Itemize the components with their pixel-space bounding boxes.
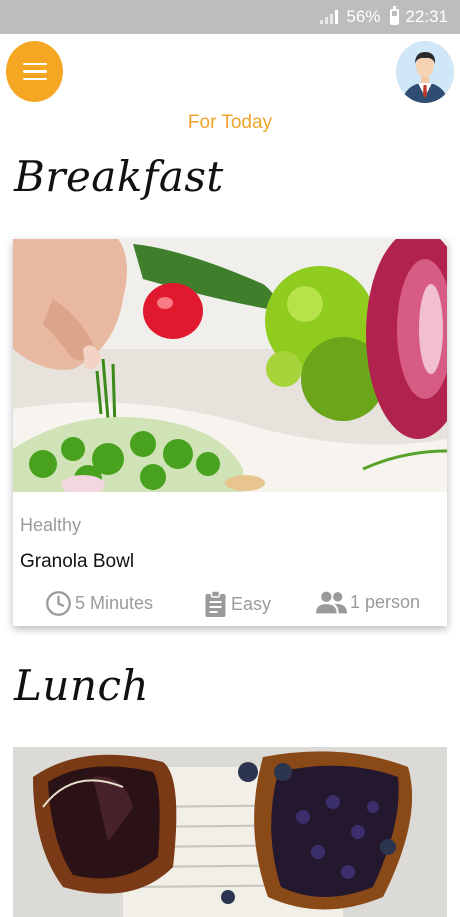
section-heading-breakfast: Breakfast — [14, 152, 224, 201]
clock-time: 22:31 — [405, 7, 448, 26]
salad-food-photo — [13, 239, 447, 492]
status-bar: 56% 22:31 — [0, 0, 460, 34]
recipe-category: Healthy — [20, 515, 82, 535]
battery-percent: 56% — [346, 7, 381, 26]
page-subtitle: For Today — [187, 112, 273, 133]
recipe-title: Granola Bowl — [20, 551, 135, 572]
recipe-card[interactable] — [13, 747, 447, 917]
recipe-card[interactable]: Healthy Granola Bowl 5 Minutes Easy 1 pe… — [13, 239, 447, 626]
signal-icon — [320, 10, 339, 24]
servings-text: 1 person — [350, 591, 421, 612]
battery-icon — [390, 6, 400, 25]
clipboard-icon — [205, 590, 226, 617]
blueberry-pastry-photo — [13, 747, 447, 917]
difficulty-info: Easy — [203, 590, 271, 618]
hamburger-menu-icon[interactable] — [6, 41, 63, 102]
section-heading-lunch: Lunch — [14, 661, 150, 710]
clock-icon — [46, 591, 71, 616]
user-avatar-icon[interactable] — [396, 41, 454, 103]
difficulty-text: Easy — [231, 593, 272, 614]
people-icon — [316, 591, 347, 614]
duration-text: 5 Minutes — [75, 593, 154, 613]
duration-info: 5 Minutes — [45, 590, 153, 617]
servings-info: 1 person — [316, 590, 420, 614]
